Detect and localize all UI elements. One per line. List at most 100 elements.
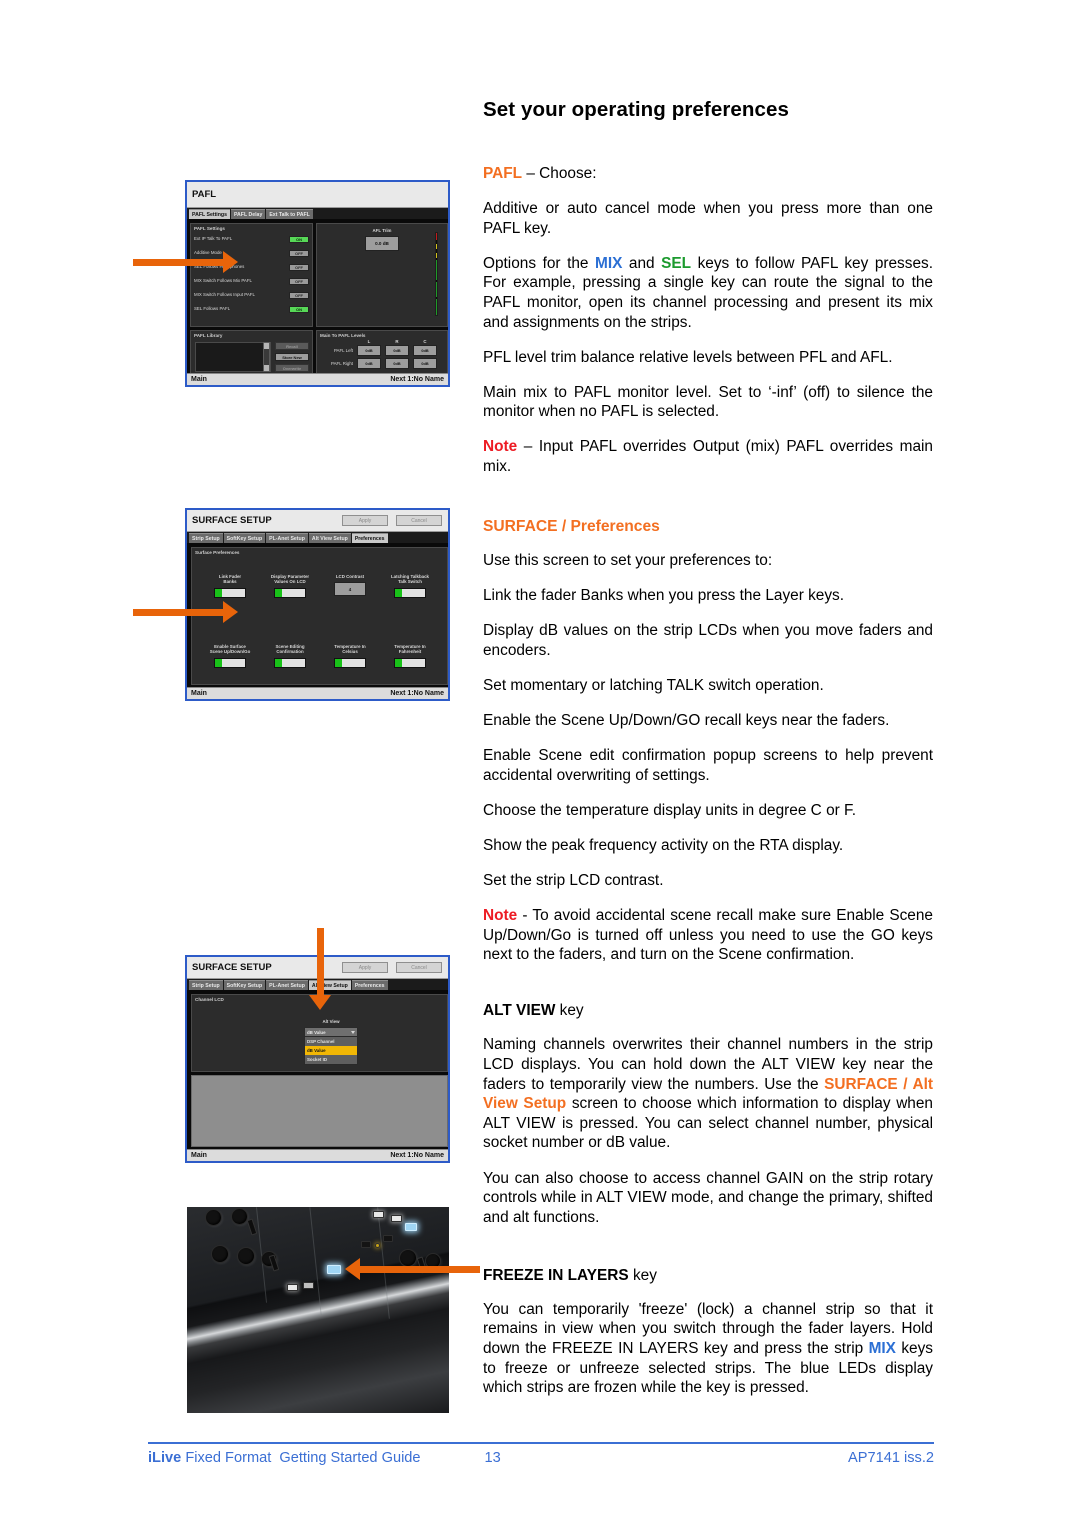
pref-label: Temperature In Fahrenheit	[394, 644, 426, 655]
pafl-setting-toggle[interactable]: OFF	[289, 291, 309, 299]
fader-cap	[268, 1254, 280, 1272]
pref-switch[interactable]	[274, 657, 306, 668]
levels-col-c: C	[423, 339, 427, 344]
pafl-settings-list: Ext IP Talk To PAFL ON Additive Mode OFF…	[191, 232, 312, 316]
pref-switch[interactable]	[394, 657, 426, 668]
freeze-in-layers-key[interactable]	[327, 1265, 341, 1274]
alt-view-option-dsp-channel[interactable]: DSP Channel	[305, 1037, 357, 1047]
tab-preferences[interactable]: Preferences	[351, 533, 388, 543]
level-cell[interactable]: 0dB	[413, 358, 437, 370]
note-label: Note	[483, 438, 518, 456]
apply-button[interactable]: Apply	[342, 962, 388, 973]
footer-page-number: 13	[484, 1450, 501, 1466]
level-cell[interactable]: 0dB	[357, 358, 381, 370]
freeze-p1-a: You can temporarily 'freeze' (lock) a ch…	[483, 1300, 933, 1357]
layer-key[interactable]	[391, 1215, 402, 1222]
strip-sel-key[interactable]	[303, 1282, 314, 1289]
cancel-button[interactable]: Cancel	[396, 962, 442, 973]
tab-ext-talk-to-pafl[interactable]: Ext Talk to PAFL	[266, 209, 313, 219]
main-to-pafl-levels-panel: Main To PAFL Levels L R C PAFL Left 0dB …	[316, 330, 448, 375]
rotary-knob	[211, 1245, 229, 1263]
level-cell[interactable]: 0dB	[385, 358, 409, 370]
main-text-column: Set your operating preferences PAFL – Ch…	[483, 98, 933, 1413]
alt-view-select-value: dB Value	[307, 1029, 326, 1035]
preferences-row-1: Link Fader Banks Display Parameter Value…	[200, 574, 440, 598]
pafl-note: Note – Input PAFL overrides Output (mix)…	[483, 437, 933, 476]
callout-arrow-surface-preferences	[133, 601, 238, 623]
freeze-paragraph-1: You can temporarily 'freeze' (lock) a ch…	[483, 1300, 933, 1398]
layer-key[interactable]	[373, 1211, 384, 1218]
scroll-up-icon[interactable]	[264, 343, 269, 349]
tab-softkey-setup[interactable]: SoftKey Setup	[223, 980, 266, 990]
bank-key[interactable]	[383, 1235, 393, 1242]
tab-strip-setup[interactable]: Strip Setup	[189, 533, 223, 543]
alt-view-option-socket-id[interactable]: Socket ID	[305, 1055, 357, 1065]
pafl-keyword: PAFL	[483, 165, 523, 182]
tab-preferences[interactable]: Preferences	[351, 980, 388, 990]
pref-switch[interactable]	[214, 657, 246, 668]
pafl-paragraph-2: Options for the MIX and SEL keys to foll…	[483, 254, 933, 332]
surface-preferences-heading: SURFACE / Preferences	[483, 518, 933, 536]
pref-switch[interactable]	[214, 587, 246, 598]
tab-pafl-delay[interactable]: PAFL Delay	[230, 209, 266, 219]
p2-part-a: Options for the	[483, 254, 595, 272]
level-cell[interactable]: 0dB	[413, 345, 437, 357]
status-right: Next 1:No Name	[390, 690, 444, 697]
bank-key[interactable]	[361, 1241, 371, 1248]
tab-softkey-setup[interactable]: SoftKey Setup	[223, 533, 266, 543]
pafl-library-list[interactable]	[195, 342, 271, 372]
scroll-down-icon[interactable]	[264, 365, 269, 371]
pref-switch[interactable]	[274, 587, 306, 598]
pafl-setting-label: SEL Follows PAFL	[194, 306, 231, 312]
preferences-keyword: / Preferences	[557, 518, 660, 536]
pafl-setting-toggle[interactable]: ON	[289, 305, 309, 313]
pref-item-scene-editing-confirmation: Scene Editing Confirmation	[263, 644, 317, 668]
mix-keyword: MIX	[595, 254, 623, 272]
levels-row-label: PAFL Right	[331, 361, 353, 367]
library-overwrite-button[interactable]: Overwrite	[275, 364, 309, 372]
pafl-library-panel: PAFL Library Recall Store New Overwrite	[190, 330, 313, 375]
pafl-setting-toggle[interactable]: OFF	[289, 263, 309, 271]
pafl-setting-toggle[interactable]: OFF	[289, 249, 309, 257]
library-recall-button[interactable]: Recall	[275, 342, 309, 350]
alt-view-paragraph-1: Naming channels overwrites their channel…	[483, 1035, 933, 1153]
tab-strip-setup[interactable]: Strip Setup	[189, 980, 223, 990]
cancel-button[interactable]: Cancel	[396, 515, 442, 526]
preferences-row-2: Enable Surface Scene Up/Down/Go Scene Ed…	[200, 644, 440, 668]
pafl-titlebar: PAFL	[187, 182, 448, 208]
tab-pl-anet-setup[interactable]: PL-Anet Setup	[266, 533, 308, 543]
surface-prefs-statusbar: Main Next 1:No Name	[187, 687, 448, 699]
afl-trim-value[interactable]: 0.0 dB	[365, 236, 399, 252]
pafl-setting-toggle[interactable]: OFF	[289, 277, 309, 285]
alt-view-option-db-value[interactable]: dB Value	[305, 1046, 357, 1056]
pafl-statusbar: Main Next 1:No Name	[187, 373, 448, 385]
pafl-setting-row: SEL Follows PAFL ON	[194, 302, 309, 316]
tab-pl-anet-setup[interactable]: PL-Anet Setup	[266, 980, 308, 990]
pref-switch[interactable]	[334, 657, 366, 668]
note-text: - To avoid accidental scene recall make …	[483, 907, 933, 964]
pafl-lead: PAFL – Choose:	[483, 164, 933, 184]
layer-key[interactable]	[405, 1223, 417, 1231]
library-store-new-button[interactable]: Store New	[275, 353, 309, 361]
pref-switch[interactable]	[394, 587, 426, 598]
strip-separator	[309, 1207, 322, 1315]
alt-view-select[interactable]: dB Value	[304, 1027, 358, 1038]
levels-row: PAFL Right 0dB 0dB 0dB	[317, 358, 447, 370]
note-label: Note	[483, 907, 518, 925]
pafl-library-header: PAFL Library	[194, 333, 223, 338]
pafl-paragraph-4: Main mix to PAFL monitor level. Set to ‘…	[483, 383, 933, 421]
status-left: Main	[191, 376, 207, 383]
tab-alt-view-setup[interactable]: Alt View Setup	[308, 533, 351, 543]
level-cell[interactable]: 0dB	[385, 345, 409, 357]
pafl-library-scrollbar[interactable]	[263, 342, 270, 372]
lcd-contrast-value[interactable]: 4	[334, 582, 366, 597]
pafl-setting-label: MIX Switch Follows Input PAFL	[194, 292, 255, 298]
levels-header: Main To PAFL Levels	[320, 333, 366, 338]
surface-note: Note - To avoid accidental scene recall …	[483, 906, 933, 965]
strip-mix-key[interactable]	[287, 1284, 298, 1291]
pafl-setting-toggle[interactable]: ON	[289, 235, 309, 243]
tab-pafl-settings[interactable]: PAFL Settings	[189, 209, 230, 219]
apply-button[interactable]: Apply	[342, 515, 388, 526]
mix-keyword: MIX	[868, 1339, 896, 1357]
level-cell[interactable]: 0dB	[357, 345, 381, 357]
